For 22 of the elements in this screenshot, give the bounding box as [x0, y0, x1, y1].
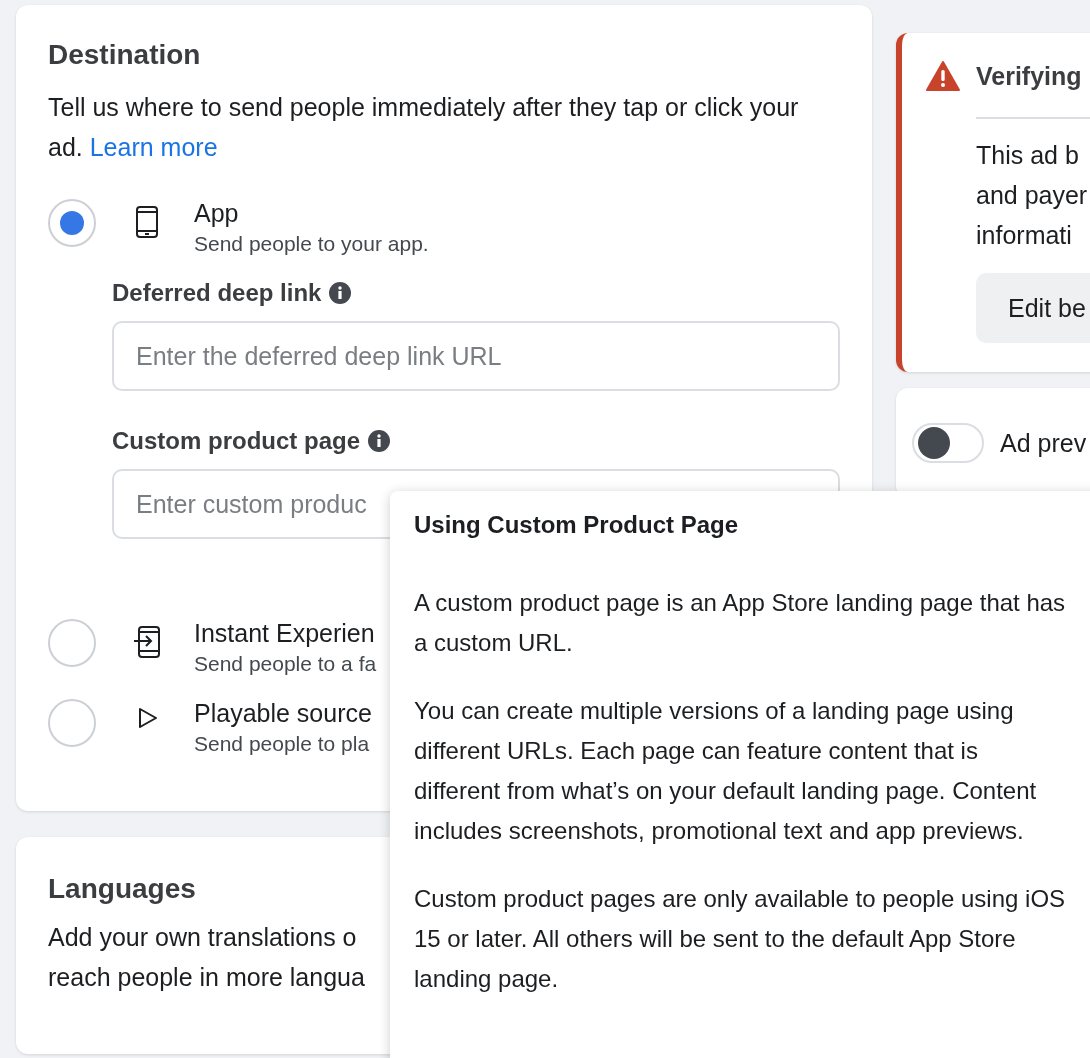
field-label: Custom product page: [112, 427, 360, 455]
preview-label: Ad prev: [1000, 428, 1087, 458]
option-subtitle: Send people to your app.: [194, 231, 429, 257]
field-label: Deferred deep link: [112, 279, 322, 307]
section-title: Languages: [48, 873, 196, 905]
alert-text: and payer: [976, 180, 1088, 211]
alert-text: This ad b: [976, 140, 1079, 171]
alert-title: Verifying: [976, 61, 1082, 91]
alert-text: informati: [976, 220, 1072, 251]
description-text: Tell us where to send people immediately after they tap or click your ad. Learn more: [48, 92, 800, 163]
tooltip-text: Custom product pages are only available to people using iOS 15 or later. All others will be sent to the default App Store landing page.: [414, 884, 1067, 994]
languages-text: Add your own translations o: [48, 922, 357, 953]
languages-text: reach people in more langua: [48, 962, 365, 993]
option-title: Playable source: [194, 698, 372, 729]
option-subtitle: Send people to a fa: [194, 651, 377, 677]
option-title: App: [194, 198, 240, 229]
tooltip-title: Using Custom Product Page: [414, 511, 740, 539]
tooltip-text: You can create multiple versions of a landing page using different URLs. Each page can feature content that is different from what’s on your default landing page. Content includes screenshots, promotional text and app previews.: [414, 696, 1038, 846]
section-title: Destination: [48, 39, 202, 71]
option-subtitle: Send people to pla: [194, 731, 371, 757]
tooltip-text: A custom product page is an App Store landing page that has a custom URL.: [414, 588, 1067, 658]
option-title: Instant Experien: [194, 618, 376, 649]
